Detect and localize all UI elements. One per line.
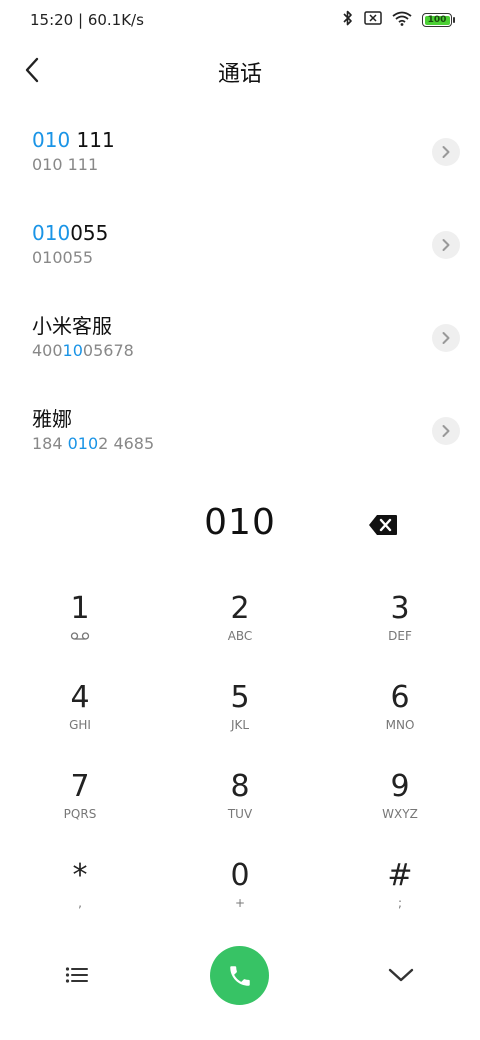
key-0[interactable]: 0 + bbox=[160, 847, 320, 936]
menu-list-icon bbox=[65, 967, 88, 983]
key-4[interactable]: 4 GHI bbox=[0, 669, 160, 758]
contact-detail-button[interactable] bbox=[432, 324, 460, 352]
number-text: 010 111 bbox=[32, 155, 99, 174]
key-letters: PQRS bbox=[63, 807, 97, 821]
sim-disabled-icon bbox=[364, 11, 382, 29]
chevron-right-icon bbox=[442, 425, 450, 437]
backspace-button[interactable] bbox=[366, 510, 400, 540]
collapse-keypad-button[interactable] bbox=[384, 959, 418, 991]
key-digit: 9 bbox=[390, 769, 410, 804]
key-digit: 5 bbox=[230, 680, 250, 715]
number-text: 05678 bbox=[82, 341, 134, 360]
contact-name: 010 111 bbox=[32, 114, 480, 154]
contact-number: 184 0102 4685 bbox=[32, 433, 480, 455]
number-text: 010055 bbox=[32, 248, 94, 267]
key-8[interactable]: 8 TUV bbox=[160, 758, 320, 847]
status-bar: 15:20 | 60.1K/s 100 bbox=[0, 0, 480, 40]
contact-number: 010 111 bbox=[32, 154, 480, 176]
key-letters: MNO bbox=[385, 718, 415, 732]
key-letters: WXYZ bbox=[382, 807, 418, 821]
key-1[interactable]: 1 bbox=[0, 580, 160, 669]
key-digit: 3 bbox=[390, 591, 410, 626]
name-text: 小米客服 bbox=[32, 314, 112, 338]
dial-input-row: 010 bbox=[0, 500, 480, 550]
key-2[interactable]: 2 ABC bbox=[160, 580, 320, 669]
number-text: 400 bbox=[32, 341, 63, 360]
number-match-highlight: 10 bbox=[62, 341, 83, 360]
key-letters: + bbox=[234, 896, 246, 910]
key-letters: ABC bbox=[227, 629, 253, 643]
name-text: 111 bbox=[70, 128, 115, 152]
key-digit: 2 bbox=[230, 591, 250, 626]
status-icons: 100 bbox=[342, 10, 455, 30]
battery-icon: 100 bbox=[422, 13, 455, 27]
name-text: 055 bbox=[70, 221, 109, 245]
key-digit: * bbox=[72, 858, 88, 893]
key-letters: ; bbox=[397, 896, 403, 910]
chevron-right-icon bbox=[442, 239, 450, 251]
phone-icon bbox=[229, 965, 250, 986]
key-digit: 8 bbox=[230, 769, 250, 804]
contact-name: 小米客服 bbox=[32, 300, 480, 340]
key-7[interactable]: 7 PQRS bbox=[0, 758, 160, 847]
header: 通话 bbox=[0, 44, 480, 96]
key-6[interactable]: 6 MNO bbox=[320, 669, 480, 758]
chevron-right-icon bbox=[442, 332, 450, 344]
backspace-icon bbox=[369, 515, 397, 535]
name-text: 雅娜 bbox=[32, 407, 72, 431]
voicemail-icon bbox=[70, 628, 90, 644]
result-row[interactable]: 雅娜 184 0102 4685 bbox=[0, 393, 480, 486]
key-digit: 6 bbox=[390, 680, 410, 715]
bottom-action-bar bbox=[0, 945, 480, 1005]
contact-name: 010055 bbox=[32, 207, 480, 247]
key-5[interactable]: 5 JKL bbox=[160, 669, 320, 758]
key-letters: JKL bbox=[230, 718, 250, 732]
battery-level-text: 100 bbox=[427, 15, 447, 25]
dialed-number[interactable]: 010 bbox=[0, 502, 480, 543]
key-letters: GHI bbox=[69, 718, 91, 732]
key-digit: 1 bbox=[70, 591, 90, 626]
contact-detail-button[interactable] bbox=[432, 231, 460, 259]
result-row[interactable]: 010055 010055 bbox=[0, 207, 480, 300]
key-letters: DEF bbox=[388, 629, 412, 643]
result-row[interactable]: 小米客服 4001005678 bbox=[0, 300, 480, 393]
name-match-highlight: 010 bbox=[32, 128, 71, 152]
page-title: 通话 bbox=[217, 62, 262, 87]
contact-name: 雅娜 bbox=[32, 393, 480, 433]
search-results-list: 010 111 010 111 010055 010055 小米客服 40010… bbox=[0, 114, 480, 486]
number-match-highlight: 010 bbox=[67, 434, 99, 453]
key-9[interactable]: 9 WXYZ bbox=[320, 758, 480, 847]
key-star[interactable]: * , bbox=[0, 847, 160, 936]
status-time-speed: 15:20 | 60.1K/s bbox=[30, 11, 144, 29]
key-letters: , bbox=[78, 896, 82, 910]
menu-button[interactable] bbox=[60, 959, 94, 991]
name-match-highlight: 010 bbox=[32, 221, 71, 245]
bluetooth-icon bbox=[342, 10, 354, 30]
key-hash[interactable]: # ; bbox=[320, 847, 480, 936]
chevron-right-icon bbox=[442, 146, 450, 158]
key-digit: 0 bbox=[230, 858, 250, 893]
contact-number: 010055 bbox=[32, 247, 480, 269]
key-digit: 4 bbox=[70, 680, 90, 715]
chevron-down-icon bbox=[388, 968, 414, 982]
key-digit: # bbox=[387, 858, 413, 893]
wifi-icon bbox=[392, 11, 412, 30]
number-text: 184 bbox=[32, 434, 68, 453]
key-letters: TUV bbox=[227, 807, 253, 821]
key-3[interactable]: 3 DEF bbox=[320, 580, 480, 669]
dial-keypad: 1 2 ABC 3 DEF 4 GHI 5 JKL 6 MNO 7 PQRS 8… bbox=[0, 580, 480, 936]
contact-detail-button[interactable] bbox=[432, 138, 460, 166]
call-button[interactable] bbox=[210, 946, 269, 1005]
contact-detail-button[interactable] bbox=[432, 417, 460, 445]
key-digit: 7 bbox=[70, 769, 90, 804]
contact-number: 4001005678 bbox=[32, 340, 480, 362]
result-row[interactable]: 010 111 010 111 bbox=[0, 114, 480, 207]
number-text: 2 4685 bbox=[98, 434, 155, 453]
